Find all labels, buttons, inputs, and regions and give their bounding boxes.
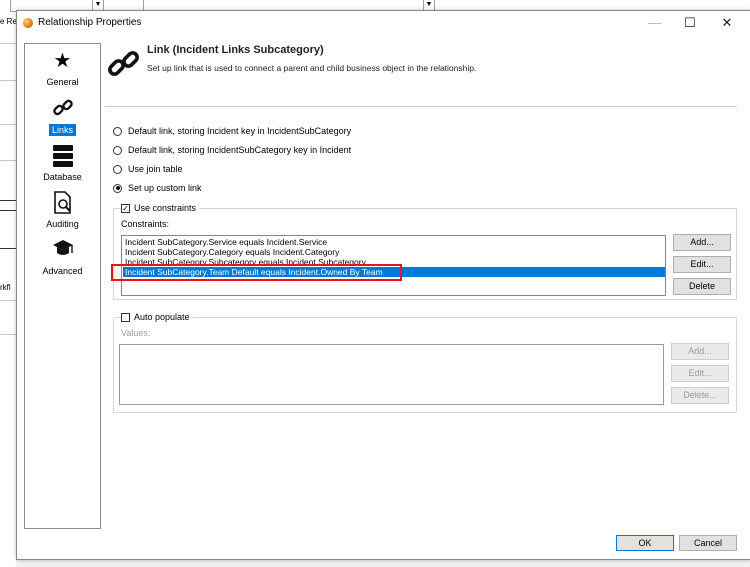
ok-button[interactable]: OK bbox=[616, 535, 674, 551]
cancel-button[interactable]: Cancel bbox=[679, 535, 737, 551]
radio-label: Default link, storing IncidentSubCategor… bbox=[128, 145, 352, 155]
background-divider bbox=[0, 300, 16, 301]
nav-item-label: Links bbox=[25, 124, 100, 136]
delete-value-button[interactable]: Delete... bbox=[671, 387, 729, 404]
graduation-cap-icon bbox=[25, 238, 100, 266]
background-divider bbox=[0, 124, 16, 125]
constraints-label: Constraints: bbox=[121, 219, 170, 229]
radio-circle[interactable] bbox=[113, 164, 122, 174]
background-divider bbox=[0, 160, 16, 161]
background-divider bbox=[0, 200, 16, 201]
app-icon bbox=[23, 18, 33, 28]
nav-item-general[interactable]: ★ General bbox=[25, 49, 100, 91]
nav-item-label: Database bbox=[43, 172, 82, 182]
auto-populate-checkbox[interactable]: Auto populate bbox=[121, 310, 193, 324]
page-subtitle: Set up link that is used to connect a pa… bbox=[147, 63, 477, 73]
nav-item-auditing[interactable]: Auditing bbox=[25, 191, 100, 233]
add-constraint-button[interactable]: Add... bbox=[673, 234, 731, 251]
minimize-button[interactable]: — bbox=[640, 13, 670, 33]
background-divider bbox=[0, 334, 16, 335]
edit-constraint-button[interactable]: Edit... bbox=[673, 256, 731, 273]
radio-custom-link[interactable]: Set up custom link bbox=[113, 181, 202, 195]
audit-icon bbox=[25, 191, 100, 221]
background-divider bbox=[0, 80, 16, 81]
nav-item-label: General bbox=[46, 77, 79, 87]
checkbox[interactable]: ✓ bbox=[121, 203, 130, 213]
list-item[interactable]: Incident SubCategory.Category equals Inc… bbox=[123, 247, 665, 257]
add-value-button[interactable]: Add... bbox=[671, 343, 729, 360]
background-divider bbox=[0, 248, 16, 249]
maximize-button[interactable]: ☐ bbox=[675, 13, 705, 33]
radio-default-link-incident-key[interactable]: Default link, storing Incident key in In… bbox=[113, 124, 351, 138]
link-icon bbox=[25, 97, 100, 127]
checkbox-label: Use constraints bbox=[134, 203, 197, 213]
category-nav: ★ General Links Database Auditing Advanc… bbox=[24, 43, 101, 529]
nav-item-database[interactable]: Database bbox=[25, 144, 100, 186]
radio-label: Set up custom link bbox=[128, 183, 202, 193]
annotation-highlight-box bbox=[111, 264, 402, 281]
background-divider bbox=[0, 43, 16, 44]
radio-label: Default link, storing Incident key in In… bbox=[128, 126, 352, 136]
values-list[interactable] bbox=[119, 344, 664, 405]
radio-default-link-subcategory-key[interactable]: Default link, storing IncidentSubCategor… bbox=[113, 143, 351, 157]
delete-constraint-button[interactable]: Delete bbox=[673, 278, 731, 295]
radio-circle[interactable] bbox=[113, 145, 122, 155]
radio-use-join-table[interactable]: Use join table bbox=[113, 162, 183, 176]
star-icon: ★ bbox=[53, 50, 72, 72]
radio-circle[interactable] bbox=[113, 183, 122, 193]
use-constraints-checkbox[interactable]: ✓ Use constraints bbox=[121, 201, 200, 215]
radio-label: Use join table bbox=[128, 164, 183, 174]
close-button[interactable]: ✕ bbox=[712, 13, 742, 33]
nav-item-label: Advanced bbox=[42, 266, 83, 276]
edit-value-button[interactable]: Edit... bbox=[671, 365, 729, 382]
checkbox-label: Auto populate bbox=[134, 312, 190, 322]
background-divider bbox=[0, 210, 16, 211]
nav-item-advanced[interactable]: Advanced bbox=[25, 238, 100, 280]
nav-item-label: Auditing bbox=[46, 219, 79, 229]
nav-item-links[interactable]: Links bbox=[25, 97, 100, 139]
values-label: Values: bbox=[121, 328, 151, 338]
background-label: e Re bbox=[0, 17, 17, 26]
relationship-properties-dialog: Relationship Properties — ☐ ✕ ★ General … bbox=[16, 10, 750, 560]
list-item[interactable]: Incident SubCategory.Service equals Inci… bbox=[123, 237, 665, 247]
database-icon bbox=[25, 144, 100, 174]
link-icon bbox=[107, 47, 141, 81]
header-divider bbox=[105, 106, 737, 107]
checkbox[interactable] bbox=[121, 312, 130, 322]
page-title: Link (Incident Links Subcategory) bbox=[147, 44, 324, 56]
radio-circle[interactable] bbox=[113, 126, 122, 136]
title-bar: Relationship Properties — ☐ ✕ bbox=[17, 11, 750, 35]
dialog-title: Relationship Properties bbox=[38, 17, 142, 28]
background-label: rkfl bbox=[0, 283, 11, 292]
